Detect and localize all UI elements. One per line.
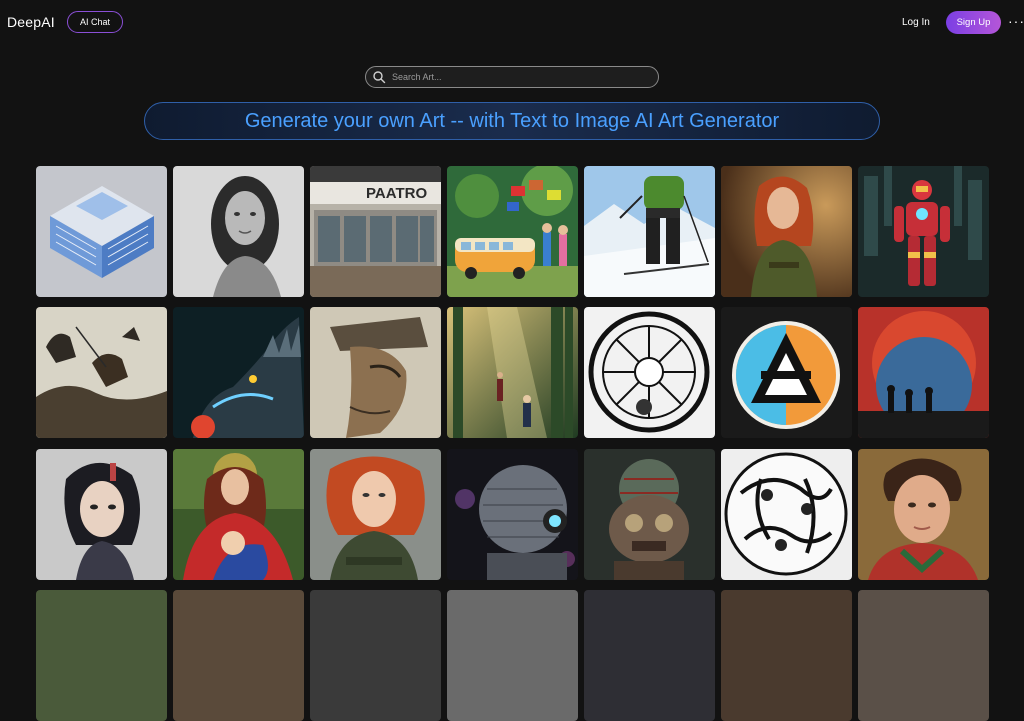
art-image xyxy=(584,449,715,580)
gallery-tile[interactable] xyxy=(173,307,304,438)
gallery-tile[interactable] xyxy=(584,307,715,438)
gallery-tile[interactable] xyxy=(447,590,578,721)
gallery-tile[interactable] xyxy=(721,166,852,297)
gallery-tile[interactable] xyxy=(858,590,989,721)
gallery-tile[interactable] xyxy=(447,166,578,297)
art-image xyxy=(584,590,715,721)
art-image xyxy=(310,307,441,438)
art-image xyxy=(721,166,852,297)
art-image xyxy=(447,449,578,580)
gallery-tile[interactable] xyxy=(721,449,852,580)
gallery-tile[interactable] xyxy=(584,590,715,721)
gallery-tile[interactable] xyxy=(310,590,441,721)
gallery-tile[interactable] xyxy=(447,307,578,438)
top-navigation: DeepAI AI Chat Log In Sign Up ··· xyxy=(0,0,1024,46)
art-image xyxy=(447,590,578,721)
gallery-tile[interactable] xyxy=(721,307,852,438)
gallery-tile[interactable] xyxy=(447,449,578,580)
art-image xyxy=(721,307,852,438)
art-image xyxy=(36,449,167,580)
art-image xyxy=(858,166,989,297)
art-image xyxy=(36,166,167,297)
art-image xyxy=(584,307,715,438)
art-image xyxy=(858,590,989,721)
gallery-tile[interactable] xyxy=(36,590,167,721)
search-input[interactable] xyxy=(390,71,634,83)
signup-button[interactable]: Sign Up xyxy=(946,11,1001,34)
art-image xyxy=(36,590,167,721)
gallery-tile[interactable] xyxy=(173,166,304,297)
art-image: PAATRO xyxy=(310,166,441,297)
gallery-tile[interactable] xyxy=(36,166,167,297)
art-image xyxy=(584,166,715,297)
ai-chat-button[interactable]: AI Chat xyxy=(67,11,123,33)
gallery-tile[interactable] xyxy=(36,307,167,438)
gallery-tile[interactable] xyxy=(173,449,304,580)
gallery-tile[interactable] xyxy=(36,449,167,580)
search-icon xyxy=(373,71,386,84)
gallery-tile[interactable] xyxy=(721,590,852,721)
gallery-tile[interactable]: PAATRO xyxy=(310,166,441,297)
gallery-tile[interactable] xyxy=(584,449,715,580)
gallery-tile[interactable] xyxy=(584,166,715,297)
art-image xyxy=(310,590,441,721)
art-image xyxy=(858,307,989,438)
generate-art-banner[interactable]: Generate your own Art -- with Text to Im… xyxy=(144,102,880,140)
art-image xyxy=(173,590,304,721)
art-image xyxy=(447,307,578,438)
deepai-logo[interactable]: DeepAI xyxy=(7,14,55,30)
art-image xyxy=(36,307,167,438)
art-image xyxy=(310,449,441,580)
art-image xyxy=(173,307,304,438)
gallery-tile[interactable] xyxy=(858,307,989,438)
art-image xyxy=(721,449,852,580)
art-image xyxy=(858,449,989,580)
art-image xyxy=(173,449,304,580)
login-link[interactable]: Log In xyxy=(902,17,930,28)
gallery-tile[interactable] xyxy=(858,449,989,580)
gallery-tile[interactable] xyxy=(173,590,304,721)
gallery-tile[interactable] xyxy=(310,449,441,580)
art-image xyxy=(173,166,304,297)
art-image xyxy=(447,166,578,297)
store-sign-text: PAATRO xyxy=(366,185,427,202)
art-image xyxy=(721,590,852,721)
more-dots-icon[interactable]: ··· xyxy=(1008,13,1024,29)
search-bar[interactable] xyxy=(365,66,659,88)
gallery-tile[interactable] xyxy=(310,307,441,438)
gallery-tile[interactable] xyxy=(858,166,989,297)
